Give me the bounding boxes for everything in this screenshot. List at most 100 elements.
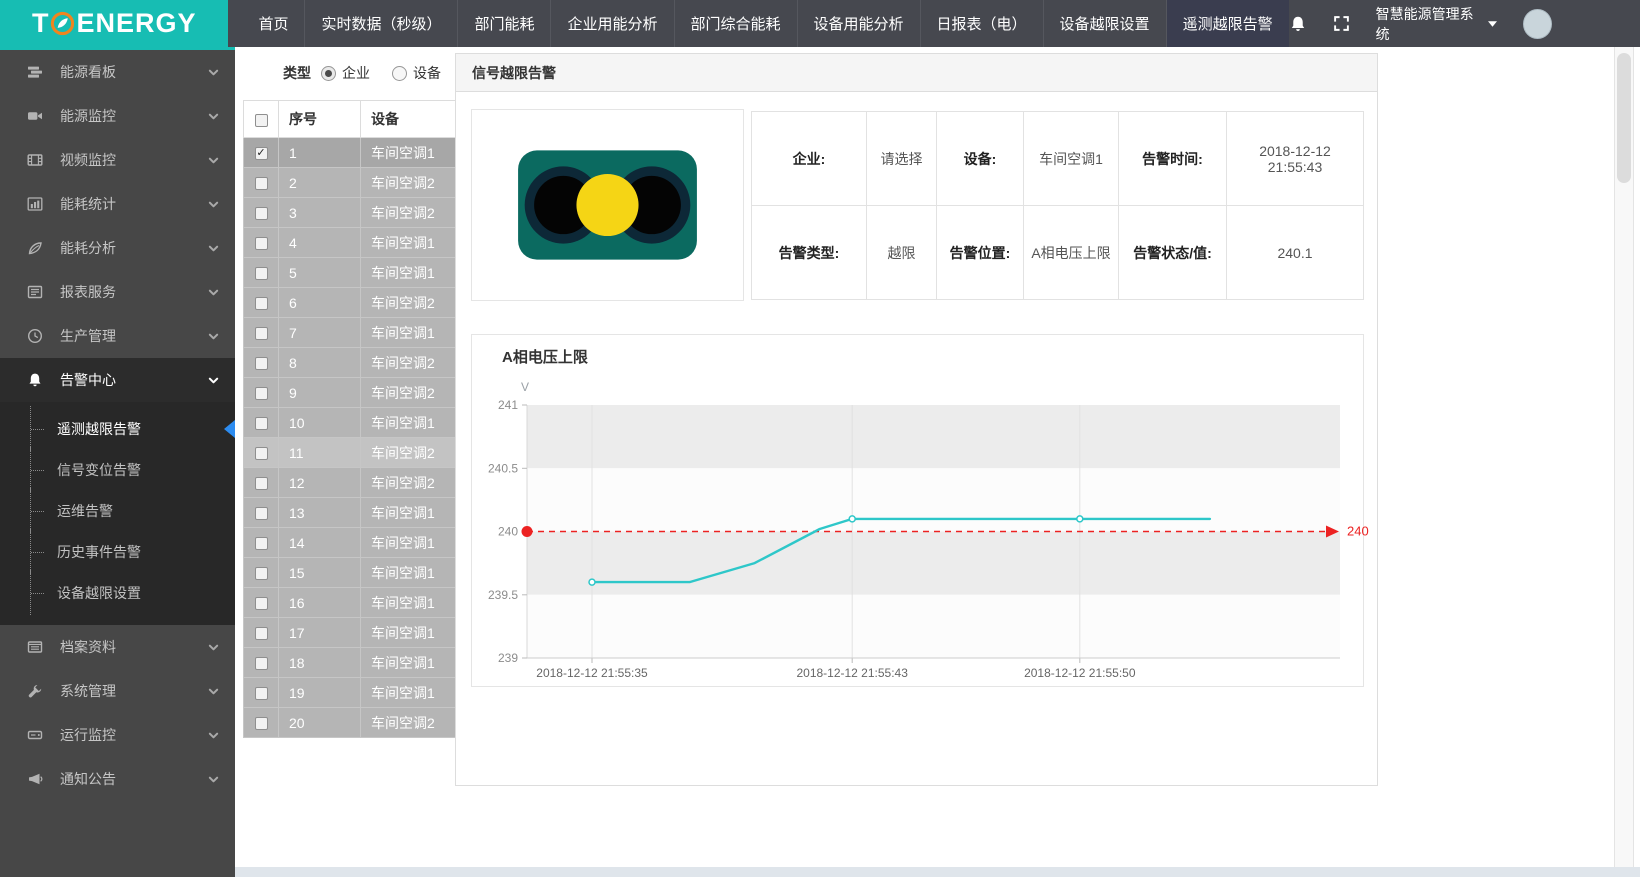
submenu-item-3[interactable]: 运维告警 — [0, 490, 235, 531]
sidebar-item-1[interactable]: 能源看板 — [0, 50, 235, 94]
row-checkbox-cell — [244, 438, 279, 468]
row-checkbox-cell — [244, 198, 279, 228]
panel-body: 企业:请选择设备:车间空调1告警时间:2018-12-12 21:55:43告警… — [456, 92, 1377, 785]
sidebar-item-label: 视频监控 — [60, 150, 116, 170]
sidebar-item-label: 档案资料 — [60, 637, 116, 657]
chevron-down-icon — [208, 155, 219, 166]
nav-item-4[interactable]: 企业用能分析 — [550, 0, 673, 47]
sidebar-item-4[interactable]: 能耗统计 — [0, 182, 235, 226]
submenu-item-label: 遥测越限告警 — [57, 419, 141, 439]
row-checkbox[interactable] — [255, 417, 268, 430]
row-checkbox[interactable] — [255, 507, 268, 520]
row-checkbox-cell — [244, 678, 279, 708]
sidebar-item-11[interactable]: 运行监控 — [0, 713, 235, 757]
user-avatar[interactable] — [1523, 9, 1552, 39]
sidebar-item-12[interactable]: 通知公告 — [0, 757, 235, 801]
col-header-device: 设备 — [361, 101, 459, 138]
radio-selected-icon[interactable] — [321, 66, 336, 81]
row-checkbox-cell — [244, 558, 279, 588]
row-checkbox[interactable] — [255, 327, 268, 340]
row-checkbox[interactable] — [255, 447, 268, 460]
detail-value: 车间空调1 — [1024, 112, 1119, 206]
row-checkbox-cell — [244, 378, 279, 408]
type-filter-label: 类型 — [283, 63, 311, 83]
submenu-item-1[interactable]: 遥测越限告警 — [0, 408, 235, 449]
scrollbar-thumb[interactable] — [1617, 53, 1631, 183]
row-checkbox-cell — [244, 498, 279, 528]
row-checkbox[interactable] — [255, 387, 268, 400]
sidebar-item-5[interactable]: 能耗分析 — [0, 226, 235, 270]
y-axis-label: 240.5 — [488, 461, 518, 475]
sidebar-item-2[interactable]: 能源监控 — [0, 94, 235, 138]
user-menu[interactable]: 智慧能源管理系统 — [1376, 4, 1498, 44]
nav-item-8[interactable]: 设备越限设置 — [1043, 0, 1166, 47]
top-nav: 首页实时数据（秒级）部门能耗企业用能分析部门综合能耗设备用能分析日报表（电）设备… — [228, 0, 1288, 47]
nav-item-7[interactable]: 日报表（电） — [920, 0, 1043, 47]
row-checkbox[interactable] — [255, 207, 268, 220]
vertical-scrollbar[interactable] — [1614, 47, 1634, 877]
chevron-down-icon — [208, 111, 219, 122]
row-checkbox[interactable] — [255, 147, 268, 160]
sidebar-item-3[interactable]: 视频监控 — [0, 138, 235, 182]
sidebar-item-8[interactable]: 告警中心 — [0, 358, 235, 402]
row-checkbox[interactable] — [255, 657, 268, 670]
row-checkbox[interactable] — [255, 237, 268, 250]
plot-band — [527, 405, 1340, 468]
row-no: 11 — [279, 438, 361, 468]
row-checkbox[interactable] — [255, 717, 268, 730]
series-marker — [849, 516, 855, 522]
nav-item-5[interactable]: 部门综合能耗 — [674, 0, 797, 47]
row-no: 6 — [279, 288, 361, 318]
row-checkbox[interactable] — [255, 567, 268, 580]
wrench-icon — [27, 683, 45, 699]
caret-down-icon — [1488, 21, 1497, 27]
row-checkbox[interactable] — [255, 267, 268, 280]
select-all-checkbox[interactable] — [255, 114, 268, 127]
row-checkbox[interactable] — [255, 597, 268, 610]
fullscreen-icon[interactable] — [1333, 15, 1350, 32]
bell-icon[interactable] — [1289, 15, 1307, 33]
sidebar-item-9[interactable]: 档案资料 — [0, 625, 235, 669]
nav-item-3[interactable]: 部门能耗 — [457, 0, 550, 47]
row-checkbox-cell — [244, 648, 279, 678]
sidebar-item-10[interactable]: 系统管理 — [0, 669, 235, 713]
submenu-item-5[interactable]: 设备越限设置 — [0, 572, 235, 613]
type-radio-device[interactable]: 设备 — [392, 63, 441, 83]
row-device: 车间空调1 — [361, 648, 459, 678]
row-checkbox-cell — [244, 408, 279, 438]
row-checkbox[interactable] — [255, 357, 268, 370]
film-icon — [27, 152, 45, 168]
row-checkbox[interactable] — [255, 177, 268, 190]
detail-label: 企业: — [752, 112, 867, 206]
row-checkbox[interactable] — [255, 477, 268, 490]
row-no: 12 — [279, 468, 361, 498]
y-axis-label: 240 — [498, 525, 518, 539]
row-checkbox[interactable] — [255, 537, 268, 550]
sidebar-item-label: 运行监控 — [60, 725, 116, 745]
row-checkbox[interactable] — [255, 297, 268, 310]
nav-item-1[interactable]: 首页 — [242, 0, 304, 47]
radio-unselected-icon[interactable] — [392, 66, 407, 81]
row-device: 车间空调2 — [361, 378, 459, 408]
leaf-icon — [27, 240, 45, 256]
submenu-item-2[interactable]: 信号变位告警 — [0, 449, 235, 490]
top-header: T ENERGY 首页实时数据（秒级）部门能耗企业用能分析部门综合能耗设备用能分… — [0, 0, 1640, 47]
sidebar-item-6[interactable]: 报表服务 — [0, 270, 235, 314]
sidebar-item-7[interactable]: 生产管理 — [0, 314, 235, 358]
detail-value: 2018-12-12 21:55:43 — [1227, 112, 1364, 206]
row-checkbox[interactable] — [255, 627, 268, 640]
row-no: 15 — [279, 558, 361, 588]
bell-icon — [27, 372, 45, 388]
nav-item-2[interactable]: 实时数据（秒级） — [304, 0, 457, 47]
submenu-item-4[interactable]: 历史事件告警 — [0, 531, 235, 572]
nav-item-9[interactable]: 遥测越限告警 — [1166, 0, 1289, 47]
type-radio-company[interactable]: 企业 — [321, 63, 370, 83]
detail-row: 企业:请选择设备:车间空调1告警时间:2018-12-12 21:55:43 — [752, 112, 1364, 206]
brand-logo: T ENERGY — [0, 0, 228, 47]
series-marker — [1077, 516, 1083, 522]
nav-item-6[interactable]: 设备用能分析 — [797, 0, 920, 47]
brand-leaf-at-icon — [50, 11, 75, 36]
sidebar-item-label: 能耗分析 — [60, 238, 116, 258]
row-checkbox[interactable] — [255, 687, 268, 700]
submenu-item-label: 信号变位告警 — [57, 460, 141, 480]
